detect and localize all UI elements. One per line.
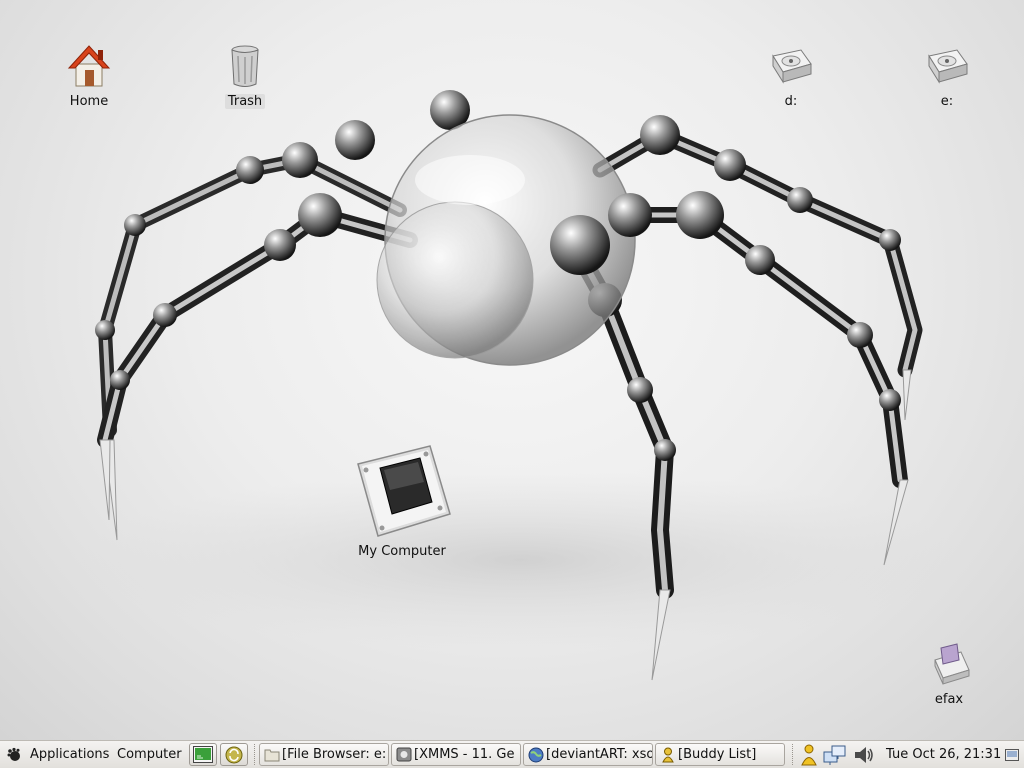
globe-icon [528,747,544,763]
desktop[interactable]: Home Trash d: e: My Computer efax [0,0,1024,740]
computer-icon [357,445,451,537]
volume-icon[interactable] [853,744,875,766]
desktop-icon-trash[interactable]: Trash [197,42,293,109]
gnome-foot-icon[interactable] [6,741,24,768]
folder-icon [264,749,280,762]
desktop-icon-label: efax [934,692,964,707]
home-icon [67,45,111,87]
fax-icon [934,643,970,685]
refresh-icon [225,746,243,764]
buddy-tray-icon[interactable] [800,744,818,766]
taskbar-button-file-browser[interactable]: [File Browser: e: [259,743,389,766]
desktop-icon-efax[interactable]: efax [901,640,997,707]
desktop-icon-label: Home [69,94,109,109]
task-label: [deviantART: xso [546,747,653,762]
terminal-launcher[interactable] [189,743,217,766]
buddy-icon [662,747,674,763]
trash-icon [231,45,259,87]
desktop-icon-drive-d[interactable]: d: [743,42,839,109]
task-label: [XMMS - 11. Ge [414,747,515,762]
computer-menu[interactable]: Computer [113,741,186,768]
taskbar-button-browser[interactable]: [deviantART: xso [523,743,653,766]
desktop-icon-home[interactable]: Home [41,42,137,109]
network-icon[interactable] [823,744,847,766]
update-launcher[interactable] [220,743,248,766]
clock[interactable]: Tue Oct 26, 21:31 [886,741,1001,768]
taskbar-button-xmms[interactable]: [XMMS - 11. Ge [391,743,521,766]
task-label: [Buddy List] [678,747,757,762]
applications-menu[interactable]: Applications [26,741,113,768]
xmms-icon [396,747,412,762]
panel-separator [254,744,257,765]
desktop-icon-label: My Computer [358,544,446,559]
desktop-icon-label: d: [784,94,798,109]
desktop-icon-label: Trash [224,94,266,109]
desktop-icon-label: e: [940,94,954,109]
terminal-icon [193,746,213,763]
panel-separator [792,744,795,765]
task-label: [File Browser: e: [282,747,387,762]
desktop-icon-my-computer[interactable]: My Computer [354,444,451,559]
desktop-icon-drive-e[interactable]: e: [899,42,995,109]
hard-drive-icon [772,49,812,84]
taskbar-button-buddy-list[interactable]: [Buddy List] [655,743,785,766]
show-desktop-icon[interactable] [1005,749,1019,761]
bottom-panel: Applications Computer [File Browser: e: … [0,740,1024,768]
spider-wallpaper [80,90,960,681]
hard-drive-icon [928,49,968,84]
